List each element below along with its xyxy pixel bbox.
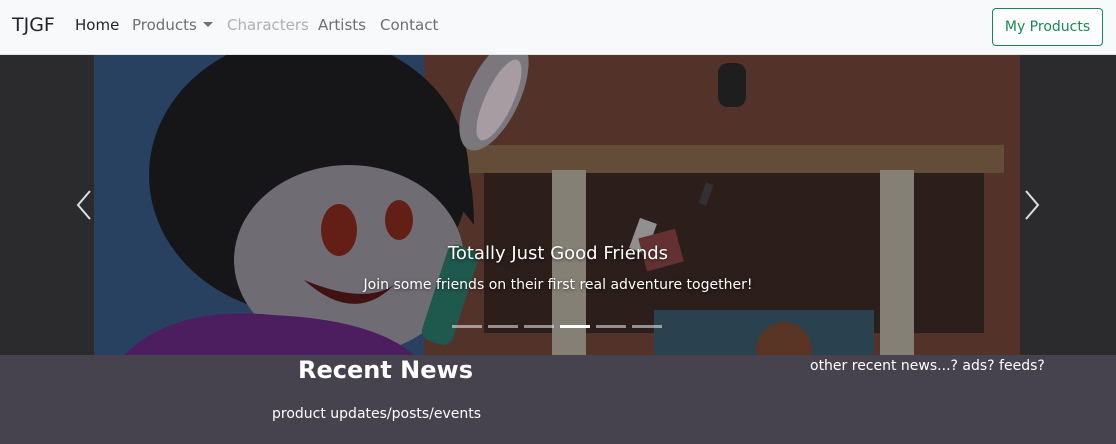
hero-carousel: Totally Just Good Friends Join some frie… (0, 55, 1116, 355)
carousel-caption-title: Totally Just Good Friends (447, 243, 669, 264)
nav-dropdown-products[interactable]: Products (132, 16, 213, 34)
carousel-indicator-4[interactable] (560, 325, 590, 328)
carousel-indicator-3[interactable] (524, 325, 554, 328)
slide-image (94, 55, 1020, 355)
nav-link-artists[interactable]: Artists (318, 16, 366, 34)
carousel-indicator-5[interactable] (596, 325, 626, 328)
nav-link-characters: Characters (227, 16, 309, 34)
nav-link-contact[interactable]: Contact (380, 16, 438, 34)
side-news-note: other recent news...? ads? feeds? (810, 358, 1045, 374)
carousel-caption-text: Join some friends on their first real ad… (363, 277, 753, 293)
nav-link-home[interactable]: Home (75, 16, 119, 34)
carousel-indicator-6[interactable] (632, 325, 662, 328)
recent-news-subtitle: product updates/posts/events (272, 406, 482, 422)
navbar: TJGF Home Products Characters Artists Co… (0, 0, 1116, 55)
carousel-indicator-1[interactable] (452, 325, 482, 328)
my-products-button[interactable]: My Products (992, 8, 1103, 46)
nav-link-products-label: Products (132, 16, 197, 34)
carousel-indicators (452, 325, 662, 328)
brand-logo[interactable]: TJGF (12, 14, 55, 36)
carousel-prev-control[interactable] (70, 185, 100, 225)
carousel-next-control[interactable] (1016, 185, 1046, 225)
recent-news-heading: Recent News (298, 356, 473, 384)
slide-illustration (94, 55, 1020, 355)
caret-down-icon (202, 21, 213, 27)
carousel-indicator-2[interactable] (488, 325, 518, 328)
